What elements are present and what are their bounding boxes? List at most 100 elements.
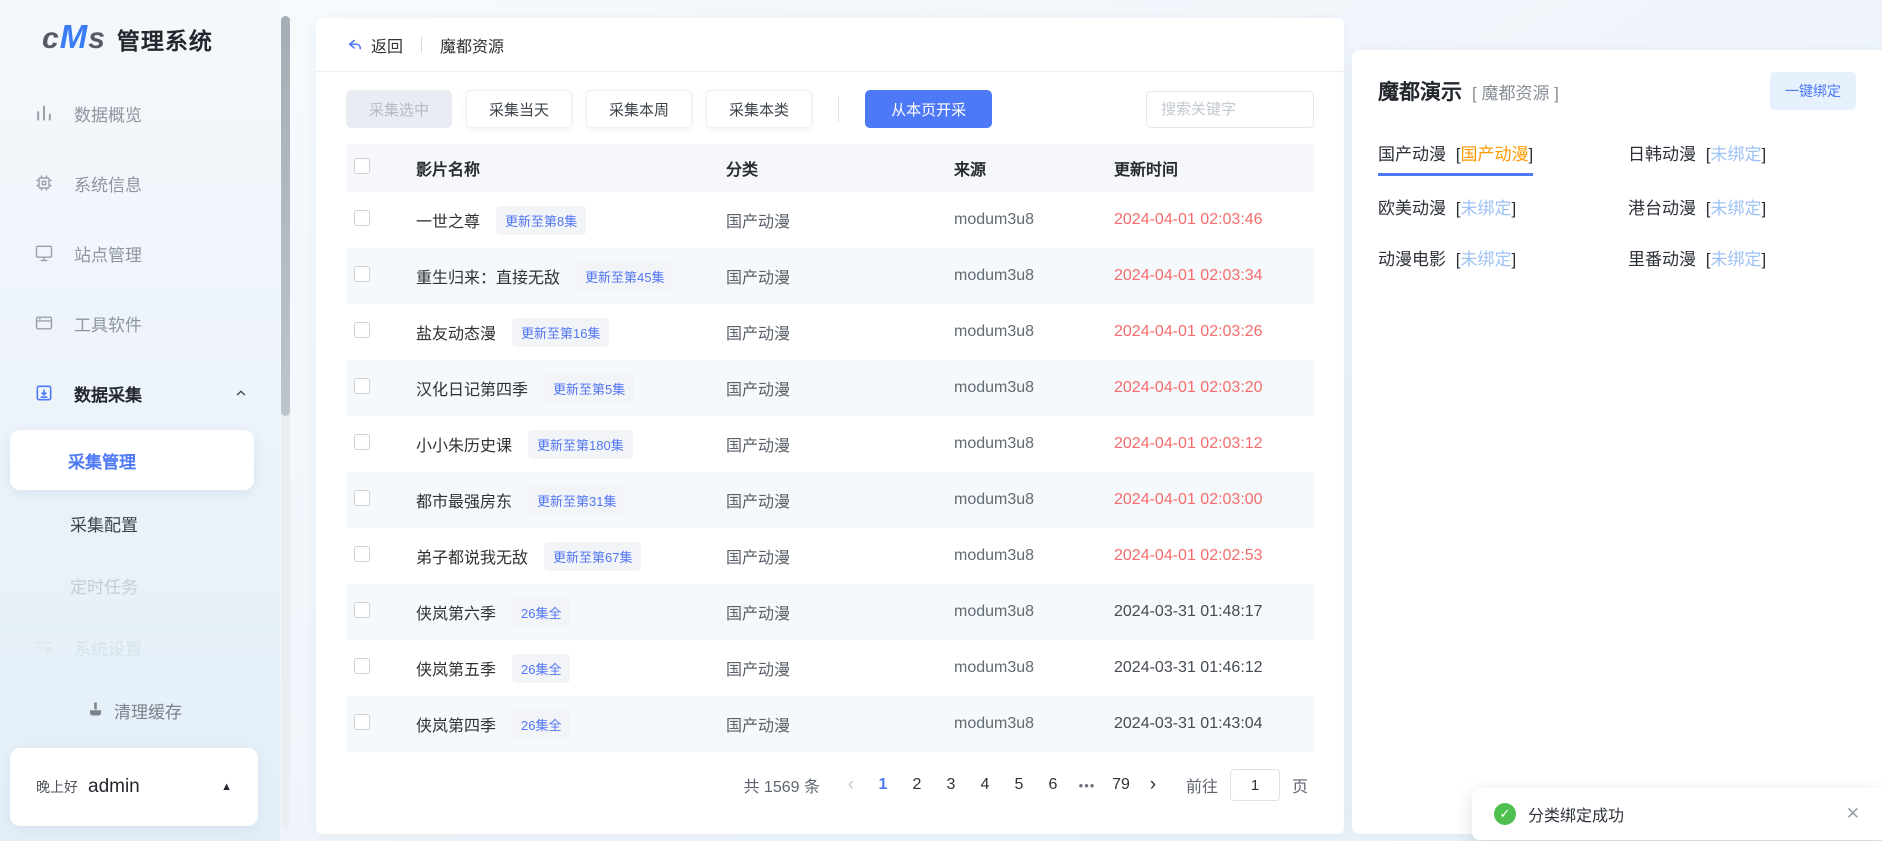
row-checkbox[interactable] [354,658,370,674]
source-cell: modum3u8 [954,267,1114,285]
table-row[interactable]: 汉化日记第四季 更新至第5集 国产动漫 modum3u8 2024-04-01 … [346,360,1314,416]
binding-status: [未绑定] [1456,250,1516,269]
category-binding-item[interactable]: 日韩动漫 [未绑定] [1628,140,1766,176]
row-checkbox[interactable] [354,714,370,730]
category-binding-item[interactable]: 欧美动漫 [未绑定] [1378,194,1516,227]
sidebar-item-system-settings[interactable]: 系统设置 [0,616,280,678]
source-cell: modum3u8 [954,491,1114,509]
update-time-cell: 2024-04-01 02:03:00 [1114,491,1314,509]
save-icon [34,383,54,403]
row-checkbox[interactable] [354,546,370,562]
scrollbar-track[interactable] [281,16,290,828]
category-cell: 国产动漫 [726,600,954,624]
bind-all-button[interactable]: 一键绑定 [1770,72,1856,110]
back-button[interactable]: 返回 [346,33,403,57]
category-binding-grid: 国产动漫 [国产动漫] 日韩动漫 [未绑定] 欧美动漫 [未绑定] 港台动漫 [… [1378,140,1856,278]
collect-this-week-button[interactable]: 采集本周 [586,90,692,128]
caret-up-icon[interactable]: ▲ [221,781,232,793]
user-card[interactable]: 晚上好 admin ▲ [10,748,258,826]
sidebar-item-label: 数据概览 [74,101,142,126]
main-content-card: 返回 魔都资源 采集选中 采集当天 采集本周 采集本类 从本页开采 影片名称 分… [316,18,1344,834]
movie-name: 侠岚第六季 [416,600,496,624]
table-row[interactable]: 小小朱历史课 更新至第180集 国产动漫 modum3u8 2024-04-01… [346,416,1314,472]
page-number-list: 123456 [866,776,1070,794]
sidebar-subitem-scheduled-tasks[interactable]: 定时任务 [0,554,280,616]
category-cell: 国产动漫 [726,544,954,568]
sidebar-item-data-collection[interactable]: 数据采集 [0,358,280,428]
row-checkbox[interactable] [354,210,370,226]
sidebar-item-site-management[interactable]: 站点管理 [0,218,280,288]
category-binding-item[interactable]: 港台动漫 [未绑定] [1628,194,1766,227]
page-button-5[interactable]: 5 [1002,776,1036,794]
subitem-label: 定时任务 [70,573,138,598]
table-row[interactable]: 重生归来：直接无敌 更新至第45集 国产动漫 modum3u8 2024-04-… [346,248,1314,304]
sidebar-item-label: 数据采集 [74,381,142,406]
table-row[interactable]: 都市最强房东 更新至第31集 国产动漫 modum3u8 2024-04-01 … [346,472,1314,528]
collect-today-button[interactable]: 采集当天 [466,90,572,128]
category-cell: 国产动漫 [726,712,954,736]
category-name: 里番动漫 [1628,250,1701,269]
episode-badge: 更新至第180集 [528,430,633,459]
category-binding-item[interactable]: 国产动漫 [国产动漫] [1378,140,1533,176]
row-checkbox[interactable] [354,322,370,338]
row-checkbox[interactable] [354,602,370,618]
row-checkbox[interactable] [354,434,370,450]
pagination: 共 1569 条 ‹ 123456 ••• 79 › 前往 页 [316,752,1344,801]
row-checkbox[interactable] [354,490,370,506]
collect-selected-button[interactable]: 采集选中 [346,90,452,128]
sidebar-subitem-collection-management[interactable]: 采集管理 [10,430,254,490]
page-button-6[interactable]: 6 [1036,776,1070,794]
table-row[interactable]: 盐友动态漫 更新至第16集 国产动漫 modum3u8 2024-04-01 0… [346,304,1314,360]
category-name: 港台动漫 [1628,199,1701,218]
logo-letter-c: c [42,22,59,56]
table-row[interactable]: 侠岚第四季 26集全 国产动漫 modum3u8 2024-03-31 01:4… [346,696,1314,752]
binding-status: [国产动漫] [1456,145,1533,164]
goto-page-input[interactable] [1230,769,1280,801]
page-button-1[interactable]: 1 [866,776,900,794]
sidebar-item-label: 清理缓存 [114,698,182,723]
table-row[interactable]: 侠岚第五季 26集全 国产动漫 modum3u8 2024-03-31 01:4… [346,640,1314,696]
success-check-icon: ✓ [1494,803,1516,825]
table-row[interactable]: 侠岚第六季 26集全 国产动漫 modum3u8 2024-03-31 01:4… [346,584,1314,640]
column-header-update-time: 更新时间 [1114,156,1314,180]
page-button-3[interactable]: 3 [934,776,968,794]
row-checkbox[interactable] [354,378,370,394]
prev-page-button[interactable]: ‹ [836,774,866,796]
table-row[interactable]: 一世之尊 更新至第8集 国产动漫 modum3u8 2024-04-01 02:… [346,192,1314,248]
update-time-cell: 2024-03-31 01:43:04 [1114,715,1314,733]
sidebar-item-label: 站点管理 [74,241,142,266]
next-page-button[interactable]: › [1138,774,1168,796]
chevron-up-icon[interactable] [234,386,248,400]
category-cell: 国产动漫 [726,432,954,456]
toast-close-icon[interactable]: ✕ [1846,804,1860,824]
update-time-cell: 2024-04-01 02:03:46 [1114,211,1314,229]
total-count-label: 共 1569 条 [743,773,820,797]
last-page-button[interactable]: 79 [1104,776,1138,794]
collect-from-page-button[interactable]: 从本页开采 [865,90,992,128]
source-cell: modum3u8 [954,659,1114,677]
select-all-checkbox[interactable] [354,158,370,174]
category-binding-item[interactable]: 动漫电影 [未绑定] [1378,245,1516,278]
panel-subtitle: [ 魔都资源 ] [1472,79,1559,104]
category-name: 国产动漫 [1378,145,1451,164]
source-cell: modum3u8 [954,547,1114,565]
binding-status: [未绑定] [1706,145,1766,164]
row-checkbox[interactable] [354,266,370,282]
sidebar-subitem-collection-config[interactable]: 采集配置 [0,492,280,554]
sidebar-item-system-info[interactable]: 系统信息 [0,148,280,218]
sidebar-item-tools[interactable]: 工具软件 [0,288,280,358]
collect-this-category-button[interactable]: 采集本类 [706,90,812,128]
more-pages-button[interactable]: ••• [1070,778,1104,793]
scrollbar-thumb[interactable] [281,16,290,416]
sidebar-item-data-overview[interactable]: 数据概览 [0,78,280,148]
search-input[interactable] [1146,91,1314,128]
greeting-label: 晚上好 [36,777,78,797]
sidebar-item-clear-cache[interactable]: 清理缓存 [0,678,280,742]
category-binding-item[interactable]: 里番动漫 [未绑定] [1628,245,1766,278]
page-button-4[interactable]: 4 [968,776,1002,794]
movie-name: 侠岚第五季 [416,656,496,680]
table-row[interactable]: 弟子都说我无敌 更新至第67集 国产动漫 modum3u8 2024-04-01… [346,528,1314,584]
page-button-2[interactable]: 2 [900,776,934,794]
update-time-cell: 2024-03-31 01:48:17 [1114,603,1314,621]
sidebar-item-label: 系统信息 [74,171,142,196]
